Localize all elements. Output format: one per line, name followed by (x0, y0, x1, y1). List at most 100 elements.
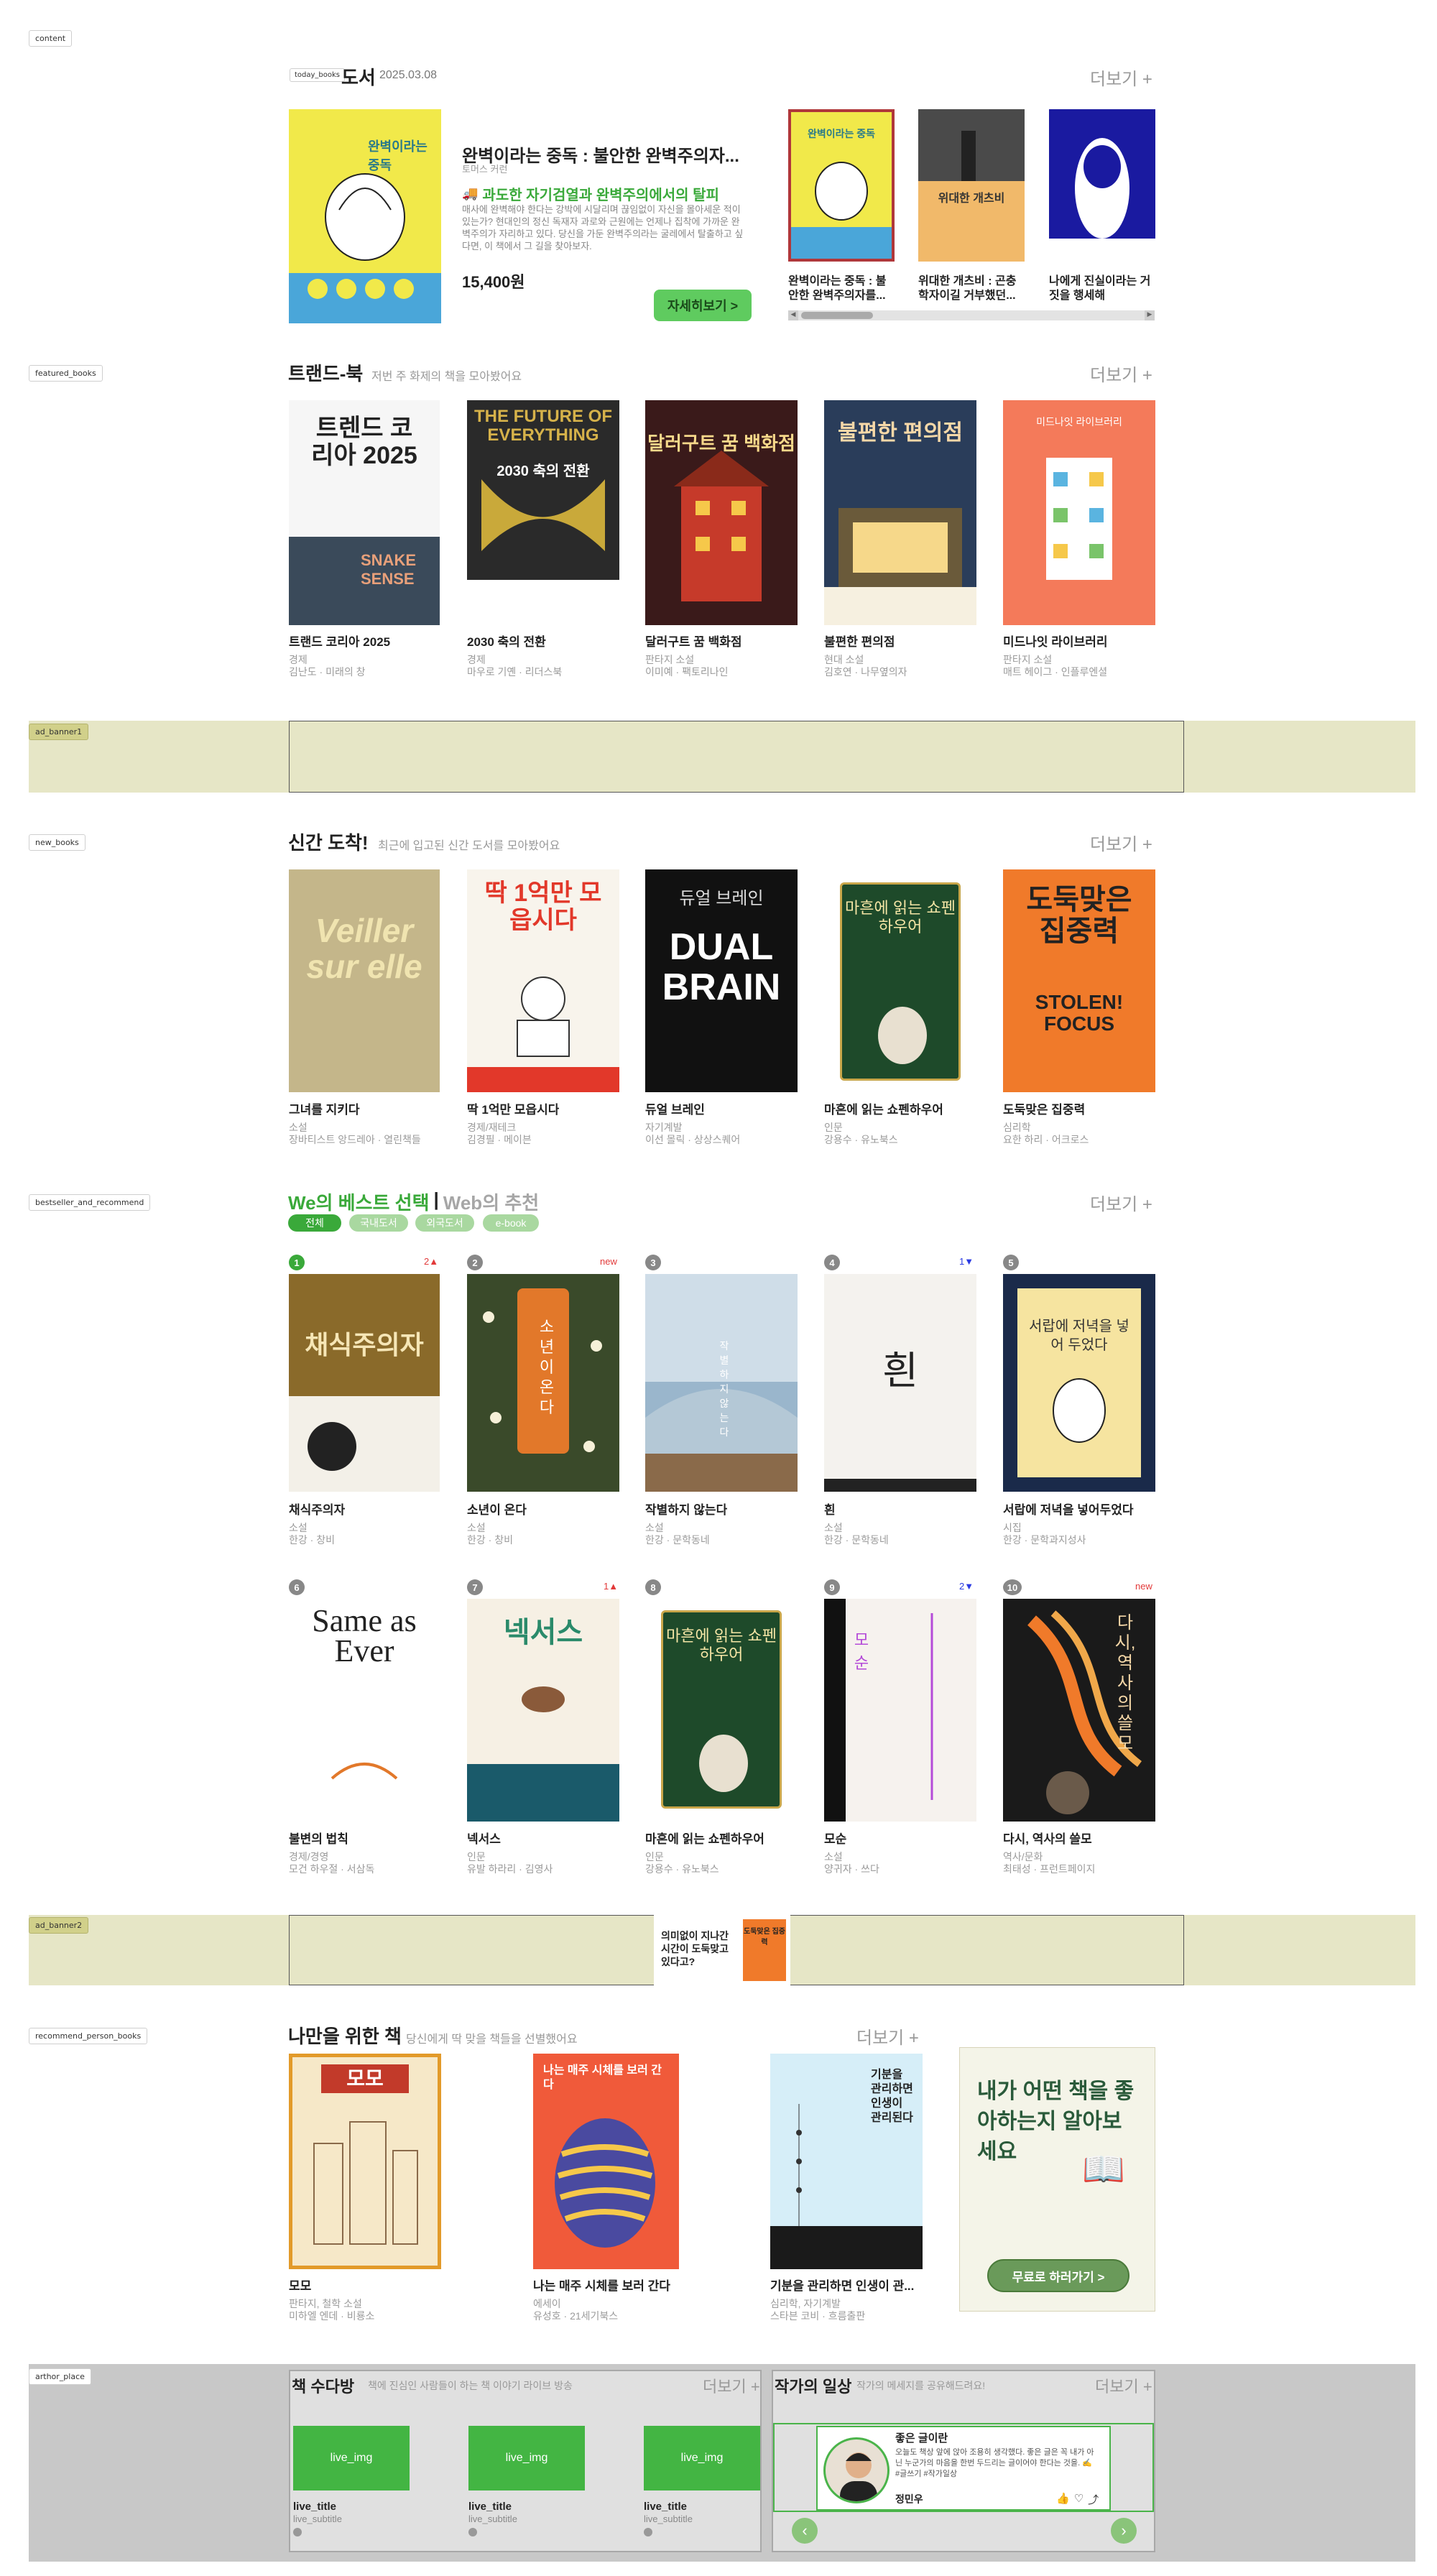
best-cover-1[interactable]: 채식주의자 (289, 1274, 440, 1492)
scroll-right-arrow-icon[interactable]: ▶ (1145, 310, 1155, 320)
person-title-3[interactable]: 기분을 관리하면 인생이 관... (770, 2276, 925, 2294)
featured-cover-3[interactable]: 달러구트 꿈 백화점 (645, 400, 798, 625)
best-title-5[interactable]: 서랍에 저녁을 넣어두었다 (1003, 1500, 1134, 1518)
person-title-2[interactable]: 나는 매주 시체를 보러 간다 (533, 2276, 670, 2294)
best-genre-3: 소설 (645, 1522, 664, 1533)
best-title-we[interactable]: We의 베스트 선택 (288, 1188, 430, 1215)
person-promo-card[interactable]: 내가 어떤 책을 좋아하는지 알아보세요 📖 무료로 하러가기 > (959, 2047, 1155, 2312)
best-title-10[interactable]: 다시, 역사의 쓸모 (1003, 1829, 1092, 1847)
today-side-title-1[interactable]: 완벽이라는 중독 : 불안한 완벽주의자를... (788, 274, 896, 303)
ad-banner-2[interactable]: 의미없이 지나간 시간이 도둑맞고 있다고? 도둑맞은 집중력 (29, 1915, 1415, 1985)
best-title-8[interactable]: 마흔에 읽는 쇼펜하우어 (645, 1829, 764, 1847)
best-cover-7[interactable]: 넥서스 (467, 1599, 619, 1822)
live-card-title-1[interactable]: live_title (293, 2501, 336, 2513)
today-carousel-scrollbar[interactable]: ◀ ▶ (788, 310, 1155, 320)
best-title-6[interactable]: 불변의 법칙 (289, 1829, 348, 1847)
new-cover-2[interactable]: 딱 1억만 모읍시다 (467, 869, 619, 1092)
featured-cover-5[interactable]: 미드나잇 라이브러리 (1003, 400, 1155, 625)
pill-all[interactable]: 전체 (288, 1214, 341, 1232)
talk-more-link[interactable]: 더보기 + (703, 2374, 760, 2397)
new-title-1[interactable]: 그녀를 지키다 (289, 1099, 360, 1117)
best-title-web[interactable]: Web의 추천 (443, 1188, 539, 1215)
section-tag-content: content (29, 30, 73, 47)
featured-cover-1[interactable]: 트렌드 코리아 2025 SNAKE SENSE (289, 400, 440, 625)
best-cover-6[interactable]: Same as Ever (289, 1599, 440, 1822)
today-detail-button[interactable]: 자세히보기 > (654, 290, 752, 321)
best-title-9[interactable]: 모순 (824, 1829, 846, 1847)
new-cover-1[interactable]: Veiller sur elle (289, 869, 440, 1092)
person-cover-2[interactable]: 나는 매주 시체를 보러 간다 (533, 2054, 679, 2269)
best-genre-1: 소설 (289, 1522, 308, 1533)
author-daily-more-link[interactable]: 더보기 + (1095, 2374, 1152, 2397)
live-card-img-2[interactable]: live_img (468, 2426, 585, 2490)
pill-domestic[interactable]: 국내도서 (349, 1214, 408, 1232)
today-side-title-3[interactable]: 나에게 진실이라는 거짓을 행세해 (1049, 274, 1157, 303)
best-cover-10[interactable]: 다시, 역사의 쓸모 (1003, 1599, 1155, 1822)
featured-title-2[interactable]: 2030 축의 전환 (467, 632, 619, 650)
best-title-4[interactable]: 흰 (824, 1500, 836, 1518)
thumbs-up-icon[interactable]: 👍 (1056, 2492, 1070, 2507)
best-cover-9[interactable]: 모순 (824, 1599, 976, 1822)
featured-cover-2-art (467, 479, 619, 625)
featured-title-1[interactable]: 트랜드 코리아 2025 (289, 632, 440, 650)
today-more-link[interactable]: 더보기 + (1090, 65, 1152, 90)
author-post-card[interactable]: 좋은 글이란 오늘도 책상 앞에 앉아 조용히 생각했다. 좋은 글은 꼭 내가… (816, 2426, 1111, 2511)
featured-title-4[interactable]: 불편한 편의점 (824, 632, 976, 650)
ad-banner-1-frame[interactable] (289, 721, 1184, 793)
new-books-more-link[interactable]: 더보기 + (1090, 830, 1152, 855)
featured-cover-4[interactable]: 불편한 편의점 (824, 400, 976, 625)
featured-more-link[interactable]: 더보기 + (1090, 361, 1152, 386)
heart-icon[interactable]: ♡ (1074, 2492, 1083, 2507)
person-more-link[interactable]: 더보기 + (856, 2023, 919, 2049)
live-card-img-1[interactable]: live_img (293, 2426, 410, 2490)
today-side-cover-3[interactable] (1049, 109, 1155, 262)
share-icon[interactable]: ⤴ (1088, 2492, 1099, 2507)
new-title-4[interactable]: 마흔에 읽는 쇼펜하우어 (824, 1099, 943, 1117)
rank-change-4: 1▼ (959, 1256, 974, 1267)
new-cover-5[interactable]: 도둑맞은 집중력 STOLEN! FOCUS (1003, 869, 1155, 1092)
today-side-title-2[interactable]: 위대한 개츠비 : 곤충학자이길 거부했던... (918, 274, 1026, 303)
new-cover-4[interactable]: 마흔에 읽는 쇼펜하우어 (824, 869, 976, 1092)
best-cover-3[interactable]: 작별하지 않는다 (645, 1274, 798, 1492)
best-more-link[interactable]: 더보기 + (1090, 1190, 1152, 1215)
new-title-2[interactable]: 딱 1억만 모읍시다 (467, 1099, 559, 1117)
pill-ebook[interactable]: e-book (483, 1214, 539, 1232)
best-author-8: 강용수 · 유노북스 (645, 1863, 719, 1875)
ad-banner-1[interactable] (29, 721, 1415, 793)
best-title-1[interactable]: 채식주의자 (289, 1500, 345, 1518)
scroll-left-arrow-icon[interactable]: ◀ (788, 310, 798, 320)
pill-foreign[interactable]: 외국도서 (415, 1214, 474, 1232)
ad-banner-2-creative[interactable]: 의미없이 지나간 시간이 도둑맞고 있다고? 도둑맞은 집중력 (654, 1915, 790, 1985)
today-side-cover-1[interactable]: 완벽이라는 중독 (788, 109, 895, 262)
live-card-img-3[interactable]: live_img (644, 2426, 760, 2490)
person-cover-3[interactable]: 기분을 관리하면 인생이 관리된다 (770, 2054, 923, 2269)
promo-button[interactable]: 무료로 하러가기 > (987, 2259, 1129, 2292)
best-cover-8[interactable]: 마흔에 읽는 쇼펜하우어 (645, 1599, 798, 1822)
best-cover-5[interactable]: 서랍에 저녁을 넣어 두었다 (1003, 1274, 1155, 1492)
new-title-5[interactable]: 도둑맞은 집중력 (1003, 1099, 1085, 1117)
new-title-3[interactable]: 듀얼 브레인 (645, 1099, 705, 1117)
author-avatar-art (840, 2452, 877, 2501)
scroll-thumb[interactable] (801, 312, 873, 319)
person-cover-1[interactable]: 모모 (289, 2054, 441, 2269)
best-title-row: We의 베스트 선택 | Web의 추천 (288, 1188, 539, 1215)
author-prev-arrow-icon[interactable]: ‹ (792, 2518, 818, 2544)
author-next-arrow-icon[interactable]: › (1111, 2518, 1137, 2544)
person-title-1[interactable]: 모모 (289, 2276, 311, 2294)
featured-title-5[interactable]: 미드나잇 라이브러리 (1003, 632, 1155, 650)
today-main-cover[interactable]: 완벽이라는 중독 (289, 109, 441, 323)
best-title-7[interactable]: 넥서스 (467, 1829, 501, 1847)
rank-2: 2 (467, 1255, 483, 1270)
featured-cover-2[interactable]: THE FUTURE OF EVERYTHING 2030 축의 전환 (467, 400, 619, 625)
best-cover-2[interactable]: 소년이 온다 (467, 1274, 619, 1492)
best-title-2[interactable]: 소년이 온다 (467, 1500, 527, 1518)
new-books-subtitle: 최근에 입고된 신간 도서를 모아봤어요 (378, 840, 560, 852)
best-cover-4[interactable]: 흰 (824, 1274, 976, 1492)
featured-title-3[interactable]: 달러구트 꿈 백화점 (645, 632, 798, 650)
best-title-3[interactable]: 작별하지 않는다 (645, 1500, 727, 1518)
best-author-9: 양귀자 · 쓰다 (824, 1863, 879, 1875)
new-cover-3[interactable]: DUAL BRAIN 듀얼 브레인 (645, 869, 798, 1092)
live-card-title-2[interactable]: live_title (468, 2501, 512, 2513)
live-card-title-3[interactable]: live_title (644, 2501, 687, 2513)
today-side-cover-2[interactable]: 위대한 개츠비 (918, 109, 1025, 262)
